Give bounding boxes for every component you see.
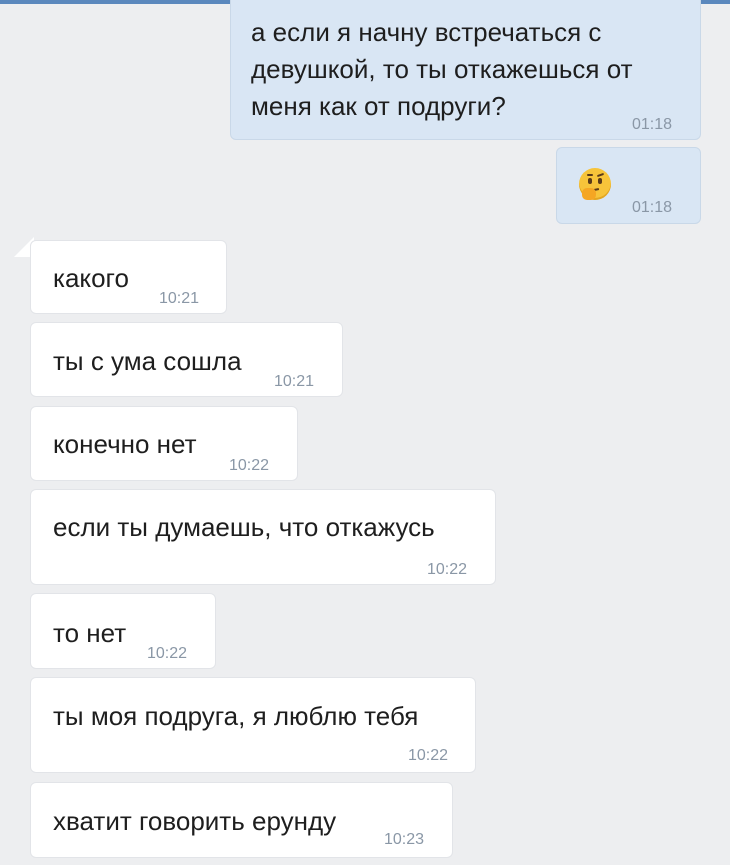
message-bubble-incoming[interactable]: хватит говорить ерунду 10:23 <box>30 782 453 858</box>
message-text: конечно нет <box>53 429 197 459</box>
message-text-line: меня как от подруги? <box>251 91 506 121</box>
message-time: 10:22 <box>229 457 270 474</box>
message-time: 10:21 <box>274 373 315 390</box>
message-text-line: а если я начну встречаться с <box>251 17 602 47</box>
message-bubble-incoming[interactable]: конечно нет 10:22 <box>30 406 298 481</box>
message-bubble-outgoing[interactable]: 01:18 <box>556 147 701 224</box>
message-time: 01:18 <box>632 199 673 216</box>
message-time: 10:23 <box>384 831 425 848</box>
message-text: какого <box>53 263 129 293</box>
message-text: ты моя подруга, я люблю тебя <box>53 701 419 731</box>
message-time: 01:18 <box>632 116 673 133</box>
message-bubble-outgoing[interactable]: а если я начну встречаться с девушкой, т… <box>230 0 701 140</box>
message-bubble-incoming[interactable]: ты моя подруга, я люблю тебя 10:22 <box>30 677 476 773</box>
message-bubble-incoming[interactable]: то нет 10:22 <box>30 593 216 669</box>
message-text-line: девушкой, то ты откажешься от <box>251 54 633 84</box>
message-time: 10:22 <box>147 645 188 662</box>
message-bubble-incoming[interactable]: если ты думаешь, что откажусь 10:22 <box>30 489 496 585</box>
thinking-face-icon <box>579 168 611 200</box>
message-time: 10:22 <box>427 561 468 578</box>
message-text: если ты думаешь, что откажусь <box>53 512 435 542</box>
message-bubble-incoming[interactable]: какого 10:21 <box>30 240 227 314</box>
message-time: 10:22 <box>408 747 449 764</box>
message-text: хватит говорить ерунду <box>53 806 337 836</box>
message-text: то нет <box>53 618 127 648</box>
message-bubble-incoming[interactable]: ты с ума сошла 10:21 <box>30 322 343 397</box>
message-time: 10:21 <box>159 290 200 307</box>
message-text: ты с ума сошла <box>53 346 242 376</box>
